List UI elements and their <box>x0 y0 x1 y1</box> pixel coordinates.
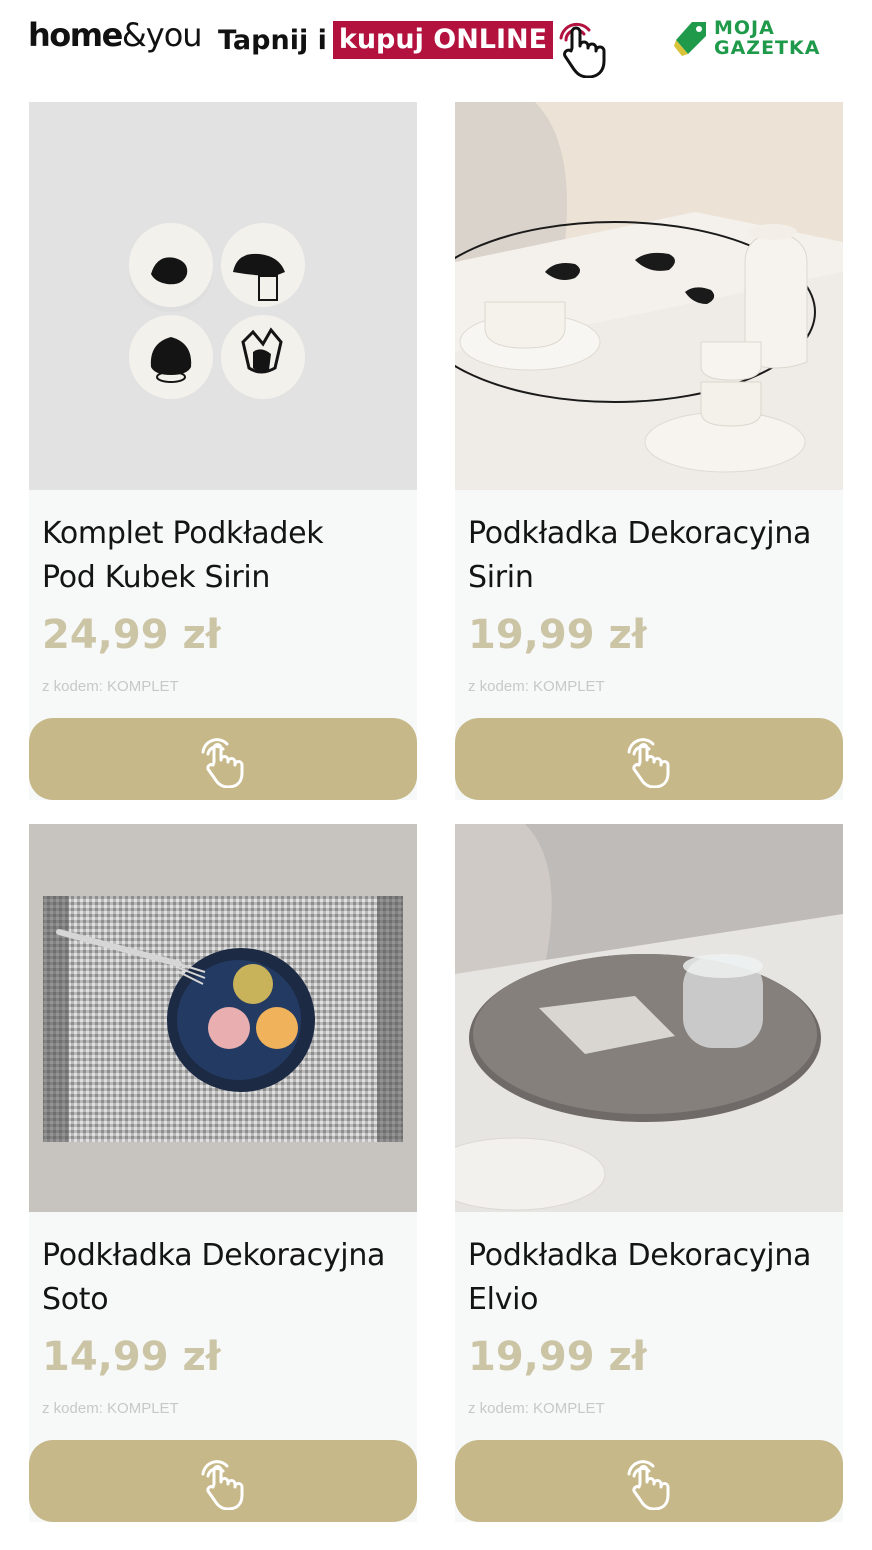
tap-hand-icon[interactable] <box>552 12 610 78</box>
brand-suffix: &you <box>121 16 203 54</box>
buy-button[interactable] <box>29 718 417 800</box>
promo-code: z kodem: KOMPLET <box>42 1400 179 1417</box>
price-tag-icon <box>674 22 706 56</box>
product-title[interactable]: Komplet Podkładek Pod Kubek Sirin <box>42 512 412 600</box>
partner-name: MOJA GAZETKA <box>714 18 820 58</box>
product-card[interactable]: Podkładka Dekoracyjna Elvio 19,99 zł z k… <box>455 824 843 1522</box>
product-price: 19,99 zł <box>468 1334 647 1380</box>
partner-line-1: MOJA <box>714 17 775 39</box>
product-image[interactable] <box>455 824 843 1212</box>
product-title[interactable]: Podkładka Dekoracyjna Soto <box>42 1234 412 1322</box>
product-title[interactable]: Podkładka Dekoracyjna Elvio <box>468 1234 838 1322</box>
promo-code: z kodem: KOMPLET <box>42 678 179 695</box>
promo-code: z kodem: KOMPLET <box>468 1400 605 1417</box>
product-image[interactable] <box>29 824 417 1212</box>
header: home&you Tapnij i kupuj ONLINE MOJA GAZE… <box>0 0 872 90</box>
buy-button[interactable] <box>455 1440 843 1522</box>
product-title-line-1: Podkładka Dekoracyjna <box>468 516 812 551</box>
tap-hand-icon <box>627 738 670 788</box>
partner-line-2: GAZETKA <box>714 37 821 59</box>
product-price: 14,99 zł <box>42 1334 221 1380</box>
brand-logo[interactable]: home&you <box>28 16 203 54</box>
product-image[interactable] <box>455 102 843 490</box>
tap-hand-icon <box>627 1460 670 1510</box>
product-title-line-2: Soto <box>42 1282 109 1317</box>
buy-button[interactable] <box>29 1440 417 1522</box>
product-card[interactable]: Komplet Podkładek Pod Kubek Sirin 24,99 … <box>29 102 417 800</box>
product-title-line-2: Elvio <box>468 1282 539 1317</box>
product-title-line-2: Sirin <box>468 560 534 595</box>
product-title[interactable]: Podkładka Dekoracyjna Sirin <box>468 512 838 600</box>
product-card[interactable]: Podkładka Dekoracyjna Soto 14,99 zł z ko… <box>29 824 417 1522</box>
buy-button[interactable] <box>455 718 843 800</box>
product-price: 24,99 zł <box>42 612 221 658</box>
product-title-line-1: Podkładka Dekoracyjna <box>42 1238 386 1273</box>
cta-prefix: Tapnij i <box>218 24 327 56</box>
promo-code: z kodem: KOMPLET <box>468 678 605 695</box>
cta-highlight: kupuj ONLINE <box>332 21 554 59</box>
product-price: 19,99 zł <box>468 612 647 658</box>
tap-hand-icon <box>201 738 244 788</box>
tap-hand-icon <box>201 1460 244 1510</box>
product-title-line-2: Pod Kubek Sirin <box>42 560 271 595</box>
product-image[interactable] <box>29 102 417 490</box>
product-card[interactable]: Podkładka Dekoracyjna Sirin 19,99 zł z k… <box>455 102 843 800</box>
product-title-line-1: Komplet Podkładek <box>42 516 324 551</box>
product-title-line-1: Podkładka Dekoracyjna <box>468 1238 812 1273</box>
moja-gazetka-logo[interactable]: MOJA GAZETKA <box>672 18 847 64</box>
brand-name: home <box>28 16 123 54</box>
shop-online-banner[interactable]: Tapnij i kupuj ONLINE <box>218 20 554 60</box>
